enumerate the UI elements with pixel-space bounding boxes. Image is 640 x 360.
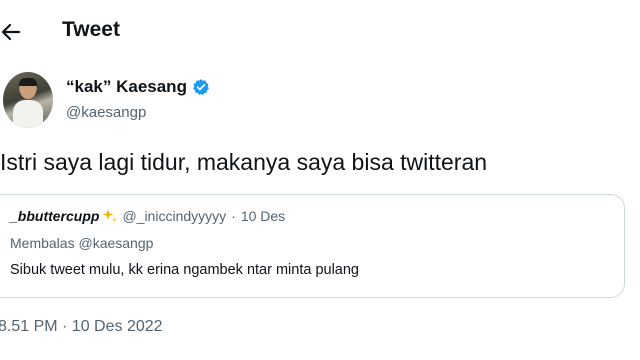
back-button[interactable] xyxy=(0,18,22,46)
quoted-author-handle: @_iniccindyyyyy xyxy=(122,208,227,224)
replying-to-label: Membalas xyxy=(10,235,75,251)
tweet-text: Istri saya lagi tidur, makanya saya bisa… xyxy=(0,149,488,175)
author-handle[interactable]: @kaesangp xyxy=(66,104,146,121)
page-title: Tweet xyxy=(62,18,120,41)
tweet-timestamp[interactable]: 8.51 PM · 10 Des 2022 xyxy=(0,318,163,336)
top-bar: Tweet xyxy=(0,0,640,62)
replying-to: Membalas @kaesangp xyxy=(10,235,153,251)
verified-badge-icon xyxy=(193,79,209,95)
tweet-author: “kak” Kaesang @kaesangp xyxy=(0,72,640,132)
author-display-name[interactable]: “kak” Kaesang xyxy=(66,77,187,97)
separator-dot: · xyxy=(231,208,236,224)
quoted-tweet-text: Sibuk tweet mulu, kk erina ngambek ntar … xyxy=(10,262,359,278)
quoted-author-name: _bbuttercupp xyxy=(10,208,100,224)
avatar[interactable] xyxy=(3,72,53,128)
quoted-tweet-card[interactable]: _bbuttercupp @_iniccindyyyyy · 10 Des Me… xyxy=(0,194,625,298)
quoted-date: 10 Des xyxy=(240,208,286,224)
replying-to-mention[interactable]: @kaesangp xyxy=(78,235,153,251)
arrow-left-icon xyxy=(1,23,21,41)
sparkles-icon xyxy=(102,209,118,223)
